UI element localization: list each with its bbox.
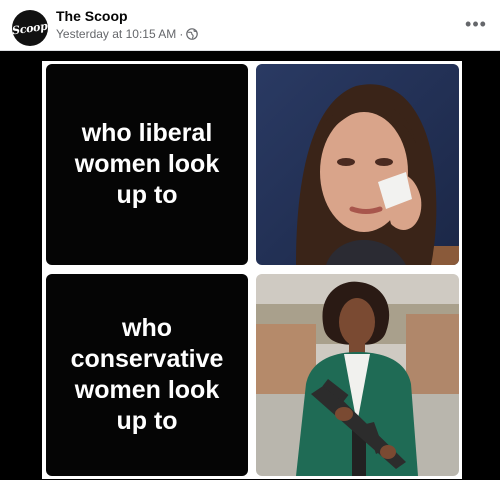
photo-woman-with-rifle	[256, 274, 459, 476]
post-timestamp[interactable]: Yesterday at 10:15 AM	[56, 27, 176, 41]
more-horizontal-icon: •••	[465, 13, 487, 34]
photo-crying-woman	[256, 64, 459, 265]
page-name-link[interactable]: The Scoop	[56, 8, 128, 24]
page-avatar[interactable]: Scoop	[12, 10, 48, 46]
meme-grid: who liberal women look up to who conserv…	[42, 61, 462, 479]
avatar-logo-text: Scoop	[12, 19, 48, 37]
post-header: Scoop The Scoop Yesterday at 10:15 AM · …	[0, 0, 500, 50]
meme-panel-top-left: who liberal women look up to	[46, 64, 248, 265]
meta-separator: ·	[179, 27, 184, 41]
globe-icon[interactable]	[186, 28, 199, 40]
meme-caption-bottom: who conservative women look up to	[70, 314, 224, 435]
meme-panel-bottom-left: who conservative women look up to	[46, 274, 248, 476]
meme-caption-top: who liberal women look up to	[74, 119, 220, 209]
post-meta: Yesterday at 10:15 AM ·	[56, 27, 199, 41]
more-options-button[interactable]: •••	[460, 10, 492, 38]
post-image[interactable]: who liberal women look up to who conserv…	[0, 51, 500, 480]
